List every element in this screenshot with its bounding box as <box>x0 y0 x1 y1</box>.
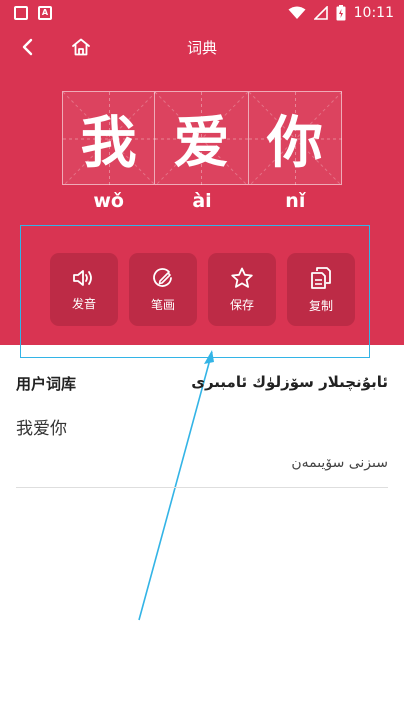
action-label: 复制 <box>308 298 333 313</box>
character-glyph: 你 <box>266 110 323 176</box>
character-box[interactable]: 你 <box>248 91 342 186</box>
character-glyph: 爱 <box>173 110 230 176</box>
status-time: 10:11 <box>353 5 394 21</box>
pronounce-button[interactable]: 发音 <box>50 253 118 326</box>
status-bar: A 10:11 <box>0 0 404 30</box>
user-dictionary-header: 用户词库 ئابۇنچىلار سۆزلۈك ئامبىرى <box>16 373 388 397</box>
save-button[interactable]: 保存 <box>208 253 276 326</box>
copy-button[interactable]: 复制 <box>287 253 355 326</box>
user-dictionary-title: 用户词库 <box>16 375 77 393</box>
copy-icon <box>311 266 331 289</box>
entry-word: 我爱你 <box>16 419 67 439</box>
page-title: 词典 <box>186 39 217 57</box>
battery-icon <box>336 5 346 21</box>
nav-bar: 词典 <box>0 30 404 64</box>
signal-icon <box>313 6 328 20</box>
character-box[interactable]: 我 <box>62 91 156 186</box>
action-bar: 发音 笔画 保存 复制 <box>50 253 355 326</box>
app-notification-icon: A <box>38 6 52 20</box>
list-item[interactable]: 我爱你 سىزنى سۆيىمەن <box>16 410 388 488</box>
stroke-order-button[interactable]: 笔画 <box>129 253 197 326</box>
character-box[interactable]: 爱 <box>155 91 249 186</box>
character-glyph: 我 <box>80 110 137 176</box>
speaker-icon <box>73 269 92 286</box>
pinyin-label: nǐ <box>285 190 306 212</box>
pinyin-label: wǒ <box>93 190 124 212</box>
wifi-icon <box>288 6 306 19</box>
user-dictionary-title-uyghur: ئابۇنچىلار سۆزلۈك ئامبىرى <box>191 373 388 391</box>
action-label: 发音 <box>71 296 96 311</box>
notification-icon <box>14 6 28 20</box>
pinyin-row: wǒ ài nǐ <box>62 190 342 212</box>
action-label: 保存 <box>229 297 254 312</box>
stroke-icon <box>153 267 172 287</box>
character-display: 我 爱 你 <box>62 91 342 186</box>
star-icon <box>231 267 253 288</box>
entry-meaning: سىزنى سۆيىمەن <box>291 455 388 471</box>
action-label: 笔画 <box>150 297 175 312</box>
pinyin-label: ài <box>192 190 212 212</box>
